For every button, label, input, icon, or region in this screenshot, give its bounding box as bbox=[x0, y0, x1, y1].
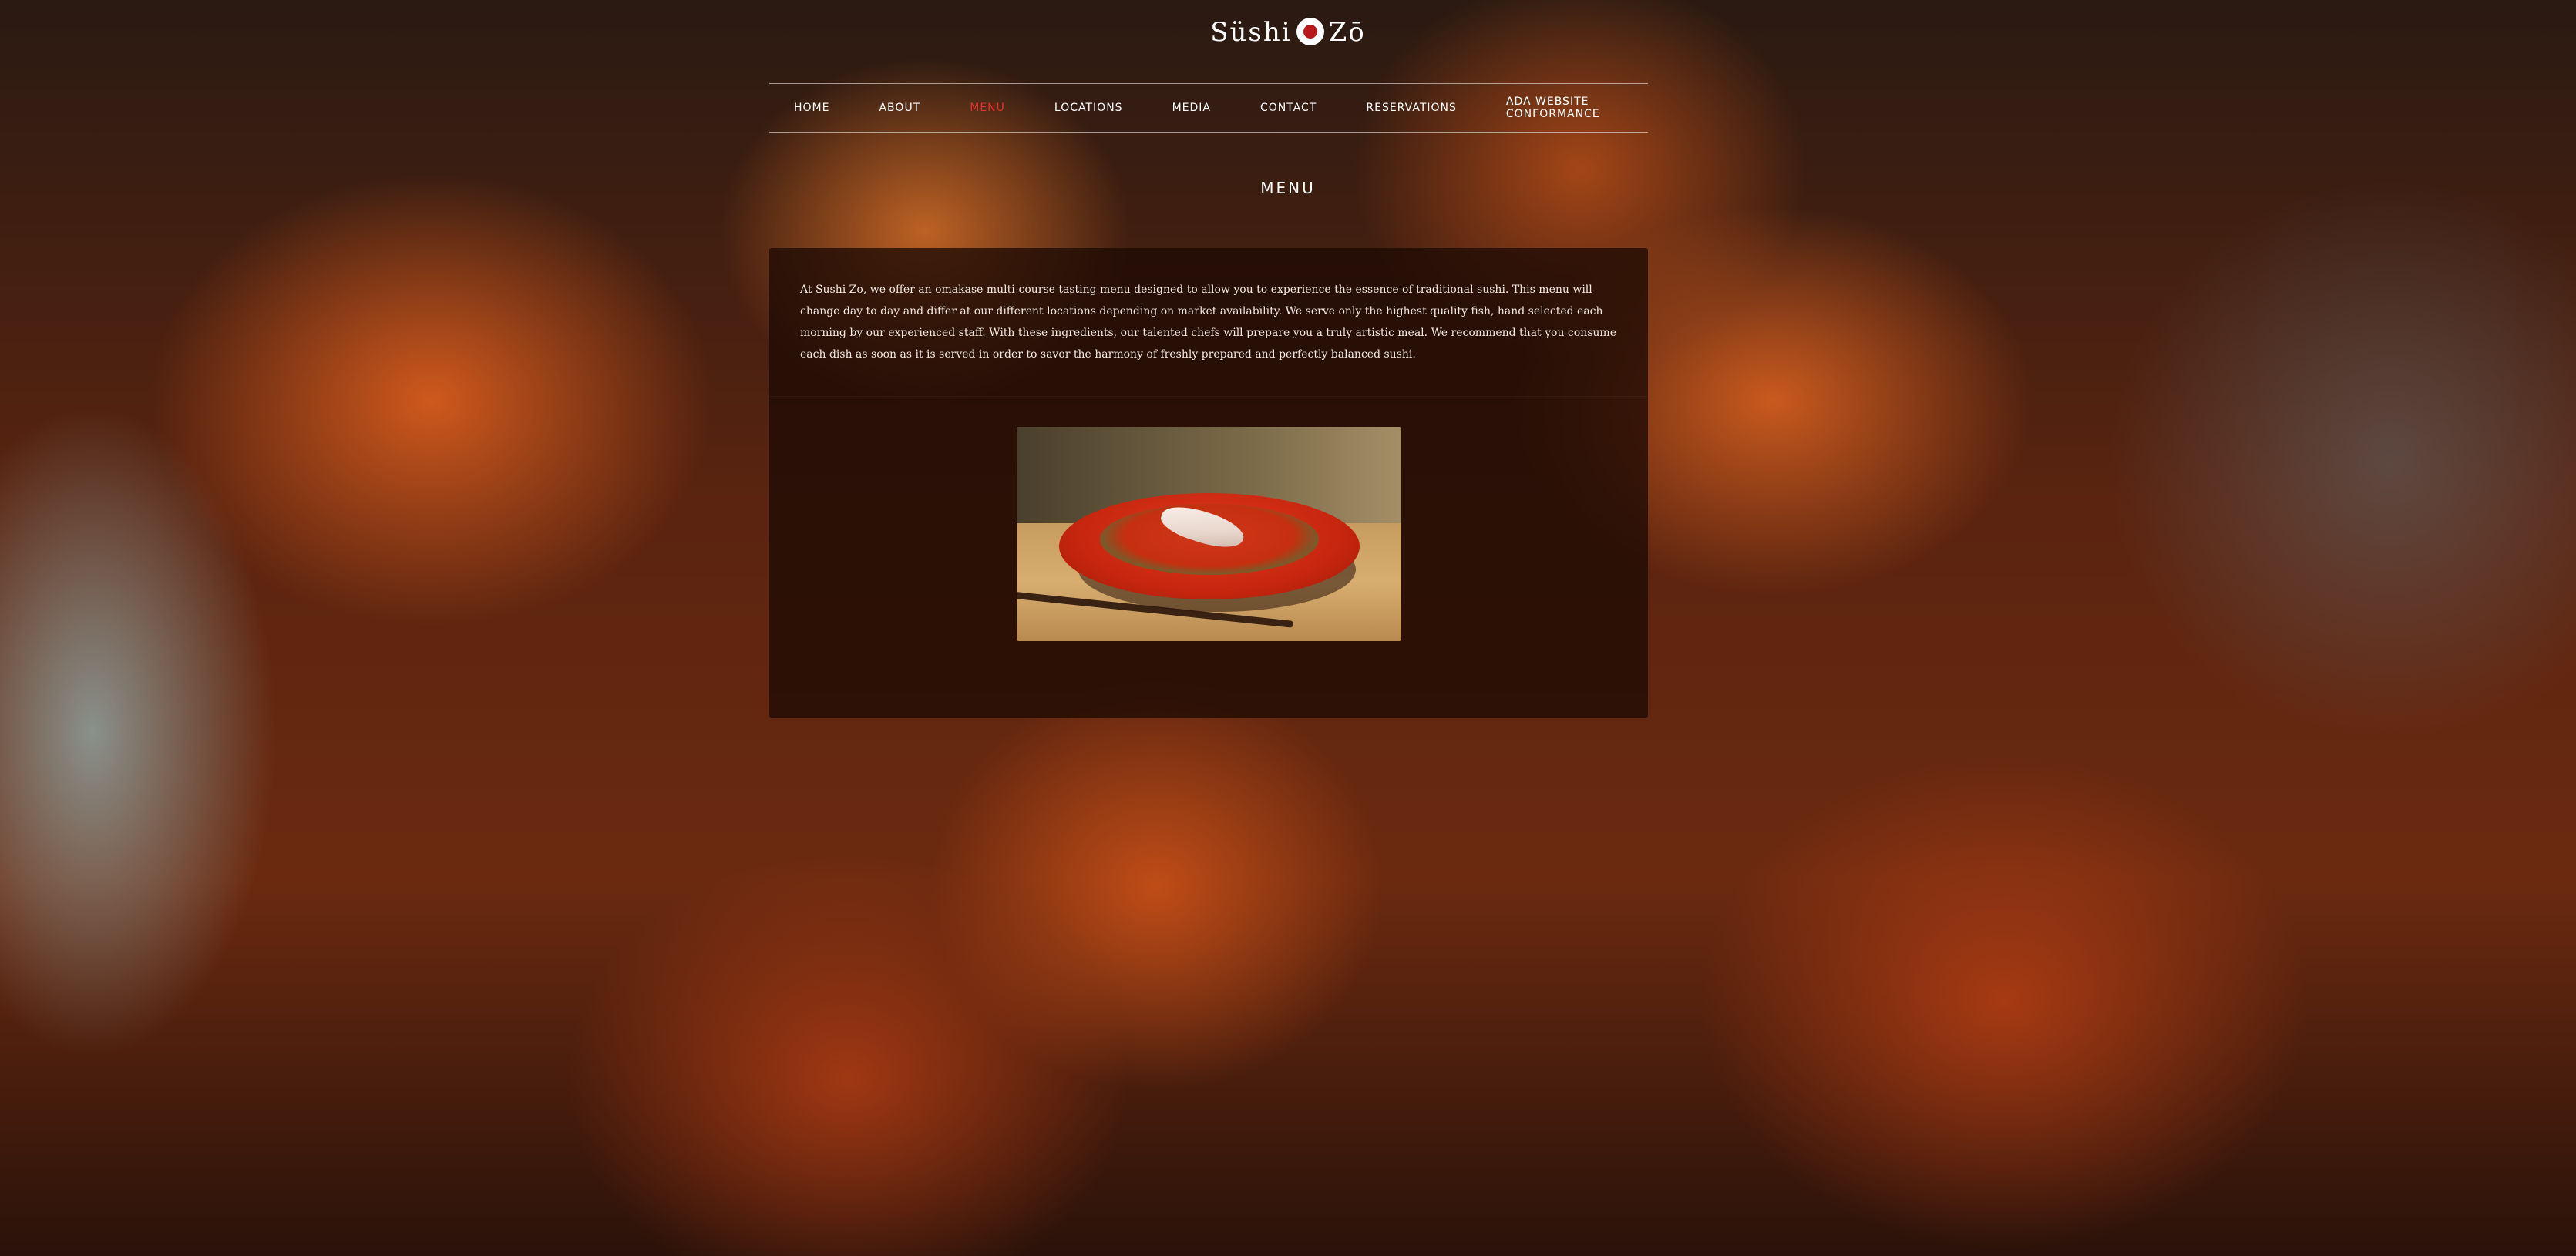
nav-item-ada-conformance[interactable]: ADA WEBSITE CONFORMANCE bbox=[1481, 96, 1648, 120]
nav-item-menu[interactable]: MENU bbox=[945, 102, 1030, 114]
section-divider bbox=[769, 396, 1648, 397]
nav-item-about[interactable]: ABOUT bbox=[854, 102, 945, 114]
site-logo[interactable]: Süshi Zō bbox=[0, 17, 2576, 48]
logo-text-left: Süshi bbox=[1210, 17, 1292, 48]
logo-text-right: Zō bbox=[1328, 17, 1366, 48]
sushi-dish-image bbox=[1017, 427, 1401, 641]
page-title: MENU bbox=[1260, 179, 1316, 197]
nav-item-media[interactable]: MEDIA bbox=[1148, 102, 1236, 114]
menu-intro-text: At Sushi Zo, we offer an omakase multi-c… bbox=[800, 284, 1616, 361]
nav-item-home[interactable]: HOME bbox=[769, 102, 854, 114]
main-navigation: HOME ABOUT MENU LOCATIONS MEDIA CONTACT … bbox=[769, 83, 1648, 133]
logo-mark-icon bbox=[1296, 18, 1324, 45]
nav-item-reservations[interactable]: RESERVATIONS bbox=[1341, 102, 1481, 114]
nav-item-locations[interactable]: LOCATIONS bbox=[1030, 102, 1148, 114]
nav-item-contact[interactable]: CONTACT bbox=[1236, 102, 1341, 114]
menu-content-panel: At Sushi Zo, we offer an omakase multi-c… bbox=[769, 248, 1648, 718]
